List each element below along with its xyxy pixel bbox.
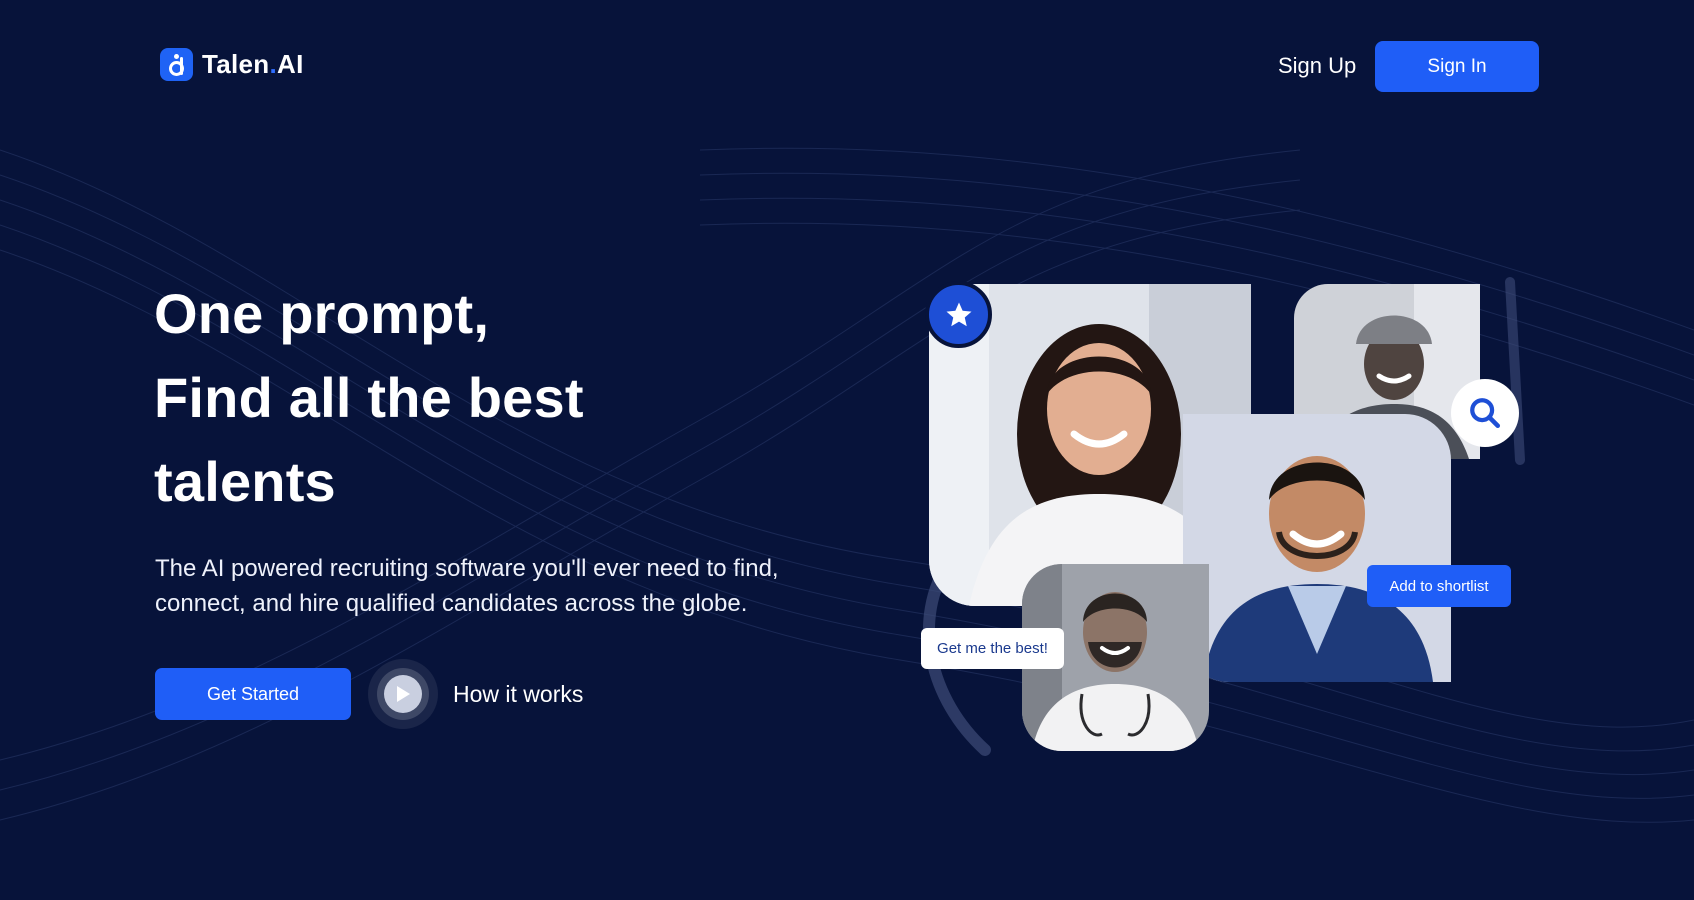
candidate-photo-man [1183,414,1451,682]
sign-up-link[interactable]: Sign Up [1278,51,1356,81]
hero-subtitle-line: The AI powered recruiting software you'l… [155,555,779,582]
hero-title-line: talents [154,450,336,513]
prompt-chip: Get me the best! [921,628,1064,669]
favorite-badge [925,281,992,348]
hero-subtitle: The AI powered recruiting software you'l… [155,551,875,621]
logo-icon [160,48,193,81]
get-started-button[interactable]: Get Started [155,668,351,720]
play-icon [397,686,410,702]
star-icon [946,302,971,326]
hero-title: One prompt, Find all the best talents [154,272,584,524]
search-icon [1470,398,1501,429]
logo[interactable]: Talen.AI [160,48,304,81]
how-it-works-link[interactable]: How it works [453,679,583,709]
add-to-shortlist-chip[interactable]: Add to shortlist [1367,565,1511,607]
hero-subtitle-line: connect, and hire qualified candidates a… [155,590,748,617]
search-badge [1451,379,1519,447]
how-it-works-play-button[interactable] [368,659,438,729]
logo-text: Talen.AI [202,49,304,79]
hero-title-line: Find all the best [154,366,584,429]
sign-in-button[interactable]: Sign In [1375,41,1539,92]
hero-title-line: One prompt, [154,282,490,345]
